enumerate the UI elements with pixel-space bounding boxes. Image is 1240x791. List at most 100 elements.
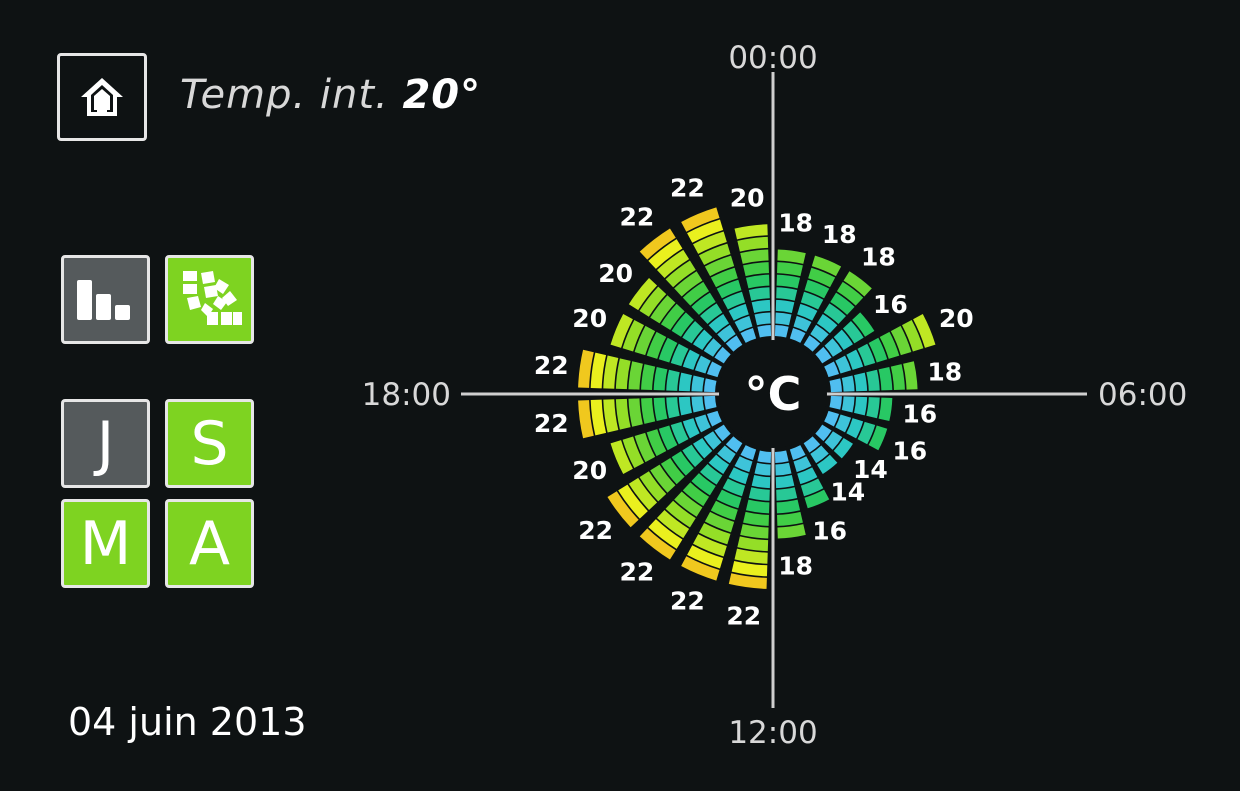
axis-label-top: 00:00	[728, 40, 817, 76]
bar-segment	[740, 249, 769, 264]
bar-segment	[757, 450, 772, 463]
bar-segment	[775, 312, 792, 326]
bar-segment	[748, 287, 770, 301]
hour-value-label-01: 18	[822, 220, 857, 249]
bar-segment	[776, 499, 801, 514]
bar-segment	[878, 366, 893, 391]
bar-segment	[866, 397, 880, 419]
bar-segment	[824, 410, 840, 427]
bar-segment	[777, 524, 806, 539]
bar-segment	[745, 274, 770, 289]
center-unit-label: °C	[745, 367, 802, 421]
bar-segment	[704, 395, 717, 410]
bar-segment	[691, 375, 705, 392]
bar-segment	[734, 548, 768, 564]
bar-segment	[866, 369, 880, 391]
bar-segment	[775, 475, 795, 489]
hour-value-label-20: 20	[598, 259, 633, 288]
bar-segment	[615, 358, 631, 390]
hour-value-label-13: 22	[670, 587, 705, 616]
bar-segment	[757, 325, 772, 338]
hour-value-label-17: 22	[534, 409, 569, 438]
hour-value-label-14: 22	[619, 557, 654, 586]
bar-segment	[775, 299, 795, 313]
hour-value-label-05: 18	[927, 357, 962, 386]
bar-segment	[854, 372, 868, 392]
bar-segment	[678, 372, 692, 392]
bar-segment	[628, 398, 643, 427]
bar-segment	[789, 327, 806, 343]
bar-segment	[878, 397, 893, 422]
bar-segment	[743, 511, 769, 526]
hour-value-label-15: 22	[578, 516, 613, 545]
bar-segment	[841, 396, 855, 413]
bar-segment	[754, 462, 771, 476]
bar-segment	[653, 366, 668, 391]
hour-value-label-03: 16	[873, 290, 908, 319]
bar-segment	[789, 445, 806, 461]
bar-segment	[678, 396, 692, 416]
bar-segment	[704, 378, 717, 393]
bar-segment	[777, 262, 803, 277]
bar-segment	[603, 399, 619, 433]
hour-value-label-19: 20	[572, 304, 607, 333]
radial-temperature-chart: 00:0006:0012:0018:00 18 181816 20181616141…	[362, 40, 1188, 751]
bar-segment	[615, 398, 631, 430]
bar-segment	[740, 524, 769, 539]
bar-segment	[829, 395, 842, 410]
hour-value-label-07: 16	[892, 437, 927, 466]
hour-value-label-00: 18	[778, 208, 813, 237]
hour-value-label-10: 16	[812, 517, 847, 546]
bar-segment	[666, 397, 680, 419]
bar-segment	[628, 361, 643, 390]
bar-segment	[890, 364, 905, 390]
bar-segment	[706, 361, 722, 378]
bar-segment	[776, 287, 798, 301]
bar-segment	[734, 224, 768, 240]
bar-segment	[777, 249, 806, 264]
bar-segment	[776, 487, 798, 501]
hour-value-label-09: 14	[830, 477, 865, 506]
bar-segment	[737, 536, 769, 552]
hour-value-label-12: 22	[726, 602, 761, 631]
bar-segment	[751, 299, 771, 313]
chart-center: °C	[719, 340, 827, 448]
bar-segment	[641, 364, 656, 390]
hour-bar-06	[829, 395, 893, 422]
bar-segment	[903, 361, 918, 390]
bar-segment	[740, 327, 757, 343]
bar-segment	[653, 397, 668, 422]
bar-segment	[706, 410, 722, 427]
axis-label-right: 06:00	[1098, 377, 1187, 413]
bar-segment	[666, 369, 680, 391]
bar-segment	[829, 378, 842, 393]
bar-segment	[691, 396, 705, 413]
bar-segment	[774, 450, 789, 463]
hour-value-label-21: 22	[619, 203, 654, 232]
bar-segment	[774, 325, 789, 338]
hour-value-label-02: 18	[861, 243, 896, 272]
bar-segment	[824, 361, 840, 378]
bar-segment	[641, 398, 656, 424]
bar-segment	[748, 487, 770, 501]
axis-label-left: 18:00	[362, 377, 451, 413]
bar-segment	[776, 274, 801, 289]
hour-value-label-22: 22	[670, 173, 705, 202]
bar-segment	[751, 475, 771, 489]
bar-segment	[775, 462, 792, 476]
hour-value-label-06: 16	[902, 399, 937, 428]
bar-segment	[745, 499, 770, 514]
bar-segment	[603, 355, 619, 389]
bar-segment	[743, 262, 769, 277]
hour-value-label-18: 22	[534, 351, 569, 380]
hour-value-label-16: 20	[572, 456, 607, 485]
bar-segment	[740, 445, 757, 461]
hour-value-label-23: 20	[730, 183, 765, 212]
bar-segment	[854, 396, 868, 416]
axis-label-bottom: 12:00	[728, 715, 817, 751]
hour-value-label-04: 20	[939, 304, 974, 333]
bar-segment	[754, 312, 771, 326]
hour-value-label-11: 18	[778, 552, 813, 581]
bar-segment	[737, 236, 769, 252]
bar-segment	[777, 511, 803, 526]
